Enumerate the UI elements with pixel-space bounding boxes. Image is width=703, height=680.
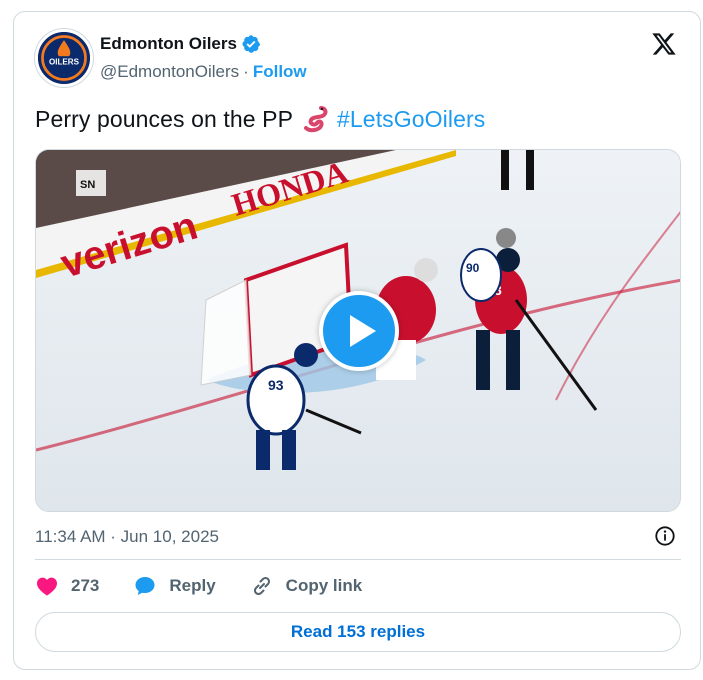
reply-button[interactable]: Reply [133,574,216,598]
follow-button[interactable]: Follow [253,62,307,82]
action-bar: 273 Reply Copy link [35,572,396,600]
tweet-text: Perry pounces on the PP #LetsGoOilers [35,104,485,134]
divider [35,559,681,560]
video-player[interactable]: verizon HONDA 93 90 SN [35,149,681,512]
like-button[interactable]: 273 [35,574,99,598]
network-logo: SN [80,179,95,191]
jersey-number-93: 93 [268,377,284,393]
reply-bubble-icon [135,577,155,595]
read-replies-button[interactable]: Read 153 replies [35,612,681,652]
reply-label: Reply [169,576,216,595]
handle-row: @EdmontonOilers · Follow [100,62,307,82]
name-row: Edmonton Oilers [100,34,261,54]
like-count: 273 [71,576,100,595]
copy-link-button[interactable]: Copy link [250,574,363,598]
info-icon[interactable] [654,525,676,547]
jersey-number-90: 90 [466,261,480,275]
separator-dot: · [243,62,249,81]
play-icon [349,315,376,347]
timestamp[interactable]: 11:34 AM · Jun 10, 2025 [35,527,219,547]
tweet-body: Perry pounces on the PP [35,105,294,132]
copy-link-label: Copy link [285,576,363,595]
oilers-logo: OILERS [38,32,90,84]
display-name[interactable]: Edmonton Oilers [100,34,237,54]
link-icon [253,576,270,596]
avatar-text: OILERS [49,57,80,66]
hashtag-link[interactable]: #LetsGoOilers [337,106,485,133]
snake-icon [304,106,328,133]
x-logo-icon[interactable] [650,31,678,57]
tweet-card: OILERS Edmonton Oilers @EdmontonOilers ·… [13,11,701,670]
play-button[interactable] [319,291,399,371]
heart-icon [37,577,57,596]
verified-badge-icon [242,35,261,53]
handle[interactable]: @EdmontonOilers [100,62,239,82]
avatar[interactable]: OILERS [35,29,93,87]
